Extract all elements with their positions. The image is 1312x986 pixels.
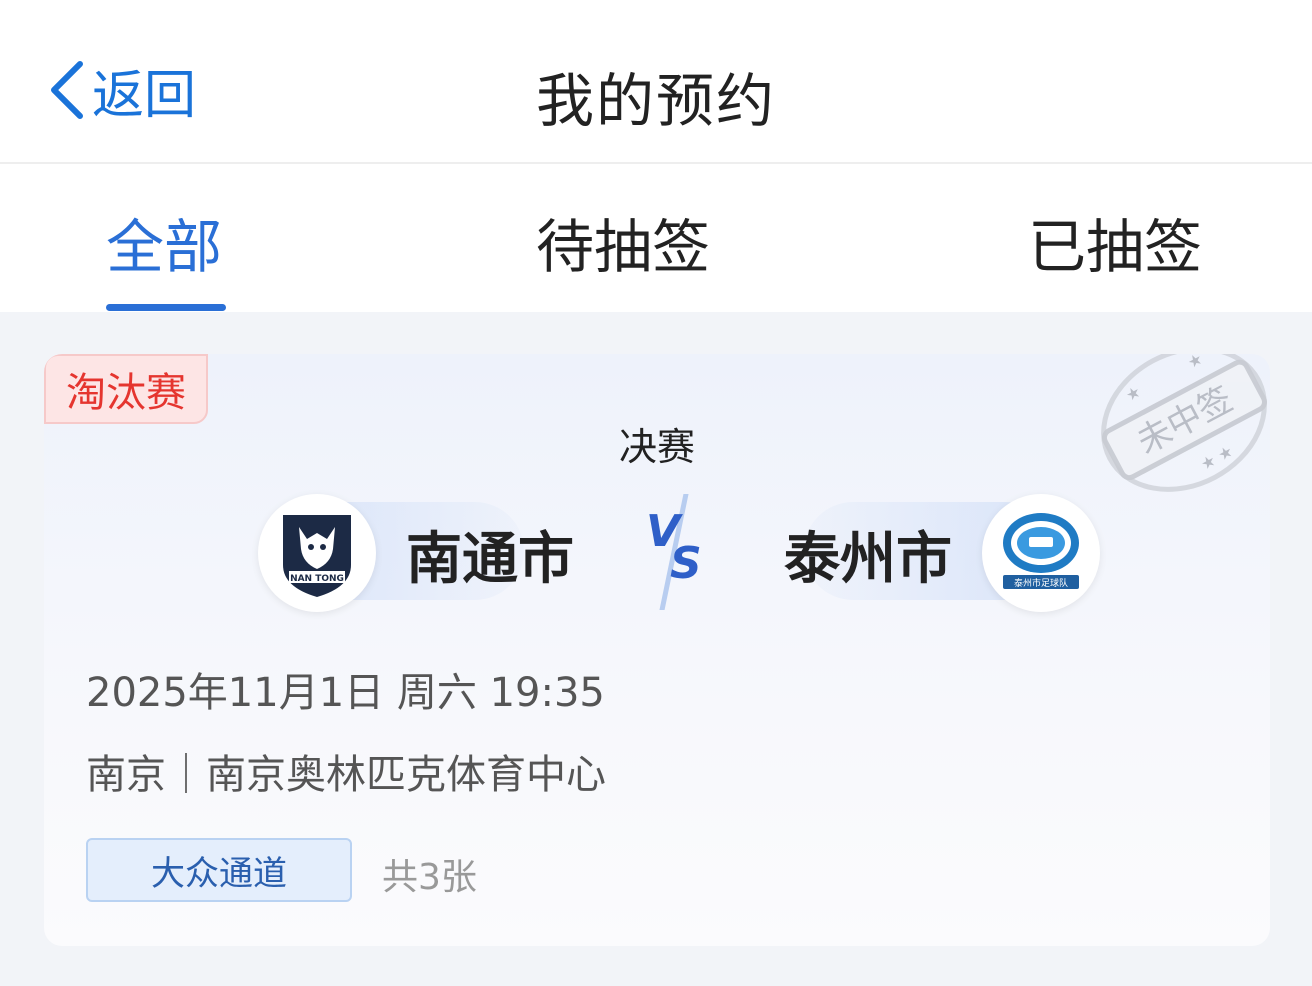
channel-tag: 大众通道	[86, 838, 352, 902]
vs-lightning-icon: V S	[646, 494, 702, 610]
tab-drawn[interactable]: 已抽签	[1028, 200, 1202, 284]
active-tab-indicator	[106, 304, 226, 311]
wolf-crest-icon: NAN TONG	[283, 515, 351, 597]
ticket-count: 共3张	[382, 857, 477, 898]
reservation-card[interactable]: 淘汰赛 未中签 ★ ★ ★ ★ 决赛 NAN TONG 南通市 V S 泰州市	[44, 354, 1270, 946]
round-label: 决赛	[618, 425, 695, 469]
football-crest-icon: 泰州市足球队	[1003, 513, 1079, 589]
tab-pending-draw[interactable]: 待抽签	[536, 200, 710, 284]
stage-badge: 淘汰赛	[44, 354, 208, 424]
top-navbar: 返回 我的预约	[0, 0, 1312, 164]
tab-bar: 全部 待抽签 已抽签	[0, 164, 1312, 312]
tab-all[interactable]: 全部	[106, 200, 222, 284]
svg-text:S: S	[670, 538, 702, 589]
svg-text:★: ★	[1184, 354, 1206, 372]
away-team-name: 泰州市	[784, 527, 952, 592]
match-venue: 南京｜南京奥林匹克体育中心	[86, 752, 606, 798]
svg-text:NAN TONG: NAN TONG	[290, 574, 344, 584]
home-team-logo: NAN TONG	[258, 494, 376, 612]
home-team-name: 南通市	[406, 527, 574, 592]
svg-text:泰州市足球队: 泰州市足球队	[1014, 577, 1068, 589]
match-datetime: 2025年11月1日 周六 19:35	[86, 670, 605, 716]
svg-text:★: ★	[1122, 382, 1144, 406]
away-team-logo: 泰州市足球队	[982, 494, 1100, 612]
page-title: 我的预约	[535, 67, 776, 135]
